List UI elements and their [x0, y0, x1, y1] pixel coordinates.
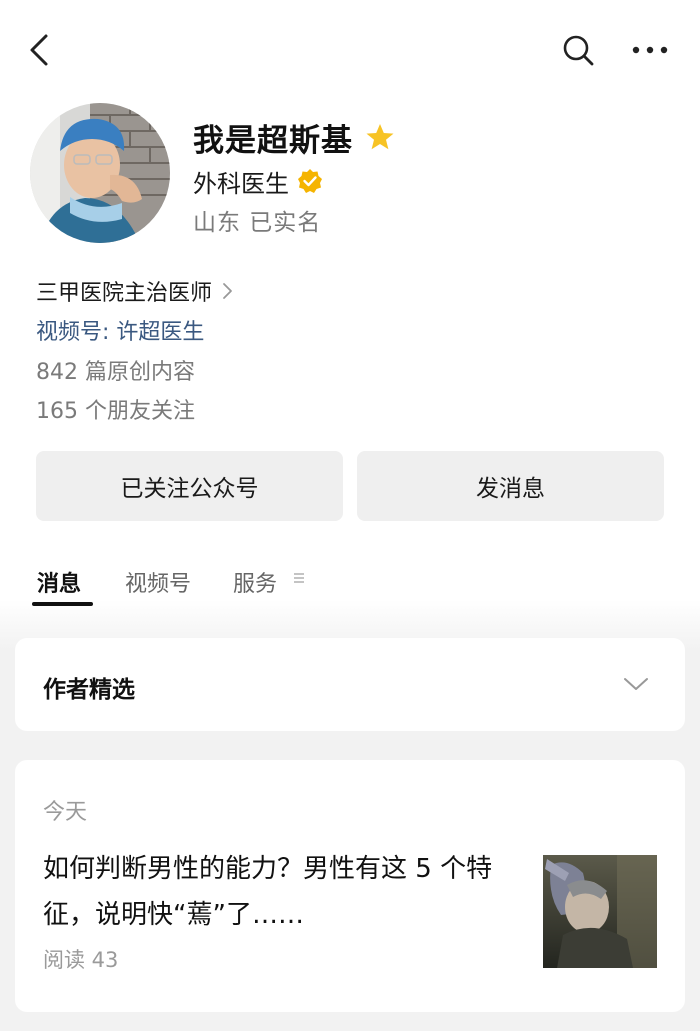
verified-badge-icon[interactable]	[297, 168, 323, 194]
article-card[interactable]: 今天 如何判断男性的能力？男性有这 5 个特征，说明快“蔫”了…… 阅读 43	[15, 760, 685, 1012]
friends-following: 165 个朋友关注	[36, 399, 195, 424]
video-channel-link[interactable]: 视频号: 许超医生	[36, 314, 204, 346]
search-icon[interactable]	[562, 34, 594, 66]
read-count: 阅读 43	[43, 948, 119, 972]
thumbnail-image	[543, 855, 657, 968]
article-thumbnail[interactable]	[543, 855, 657, 968]
followed-account-button[interactable]: 已关注公众号	[36, 451, 343, 521]
chevron-right-icon	[223, 283, 232, 299]
article-title[interactable]: 如何判断男性的能力？男性有这 5 个特征，说明快“蔫”了……	[43, 846, 533, 938]
tab-video-channel[interactable]: 视频号	[125, 566, 191, 598]
organization-link[interactable]: 三甲医院主治医师	[36, 275, 234, 307]
content-tabs: 消息 视频号 服务	[0, 560, 700, 610]
author-picks-title: 作者精选	[43, 677, 135, 703]
menu-list-icon[interactable]	[292, 571, 306, 585]
avatar-photo	[30, 103, 170, 243]
profession-row: 外科医生	[193, 163, 323, 199]
avatar[interactable]	[30, 103, 170, 243]
date-label: 今天	[43, 800, 88, 825]
location-verified-label: 山东 已实名	[193, 210, 322, 236]
tab-services[interactable]: 服务	[233, 566, 277, 598]
send-message-button[interactable]: 发消息	[357, 451, 664, 521]
original-count: 842 篇原创内容	[36, 360, 195, 385]
active-tab-indicator	[32, 602, 93, 606]
author-picks-card[interactable]: 作者精选	[15, 638, 685, 731]
more-dots-icon[interactable]	[630, 38, 670, 62]
name-row: 我是超斯基	[193, 112, 395, 162]
tab-messages[interactable]: 消息	[37, 566, 81, 598]
chevron-down-icon[interactable]	[623, 676, 649, 692]
top-bar	[0, 0, 700, 100]
profession-label: 外科医生	[193, 169, 289, 198]
star-icon[interactable]	[365, 122, 395, 152]
organization-label: 三甲医院主治医师	[36, 281, 213, 306]
account-name: 我是超斯基	[193, 122, 353, 159]
back-arrow-icon[interactable]	[26, 32, 56, 68]
